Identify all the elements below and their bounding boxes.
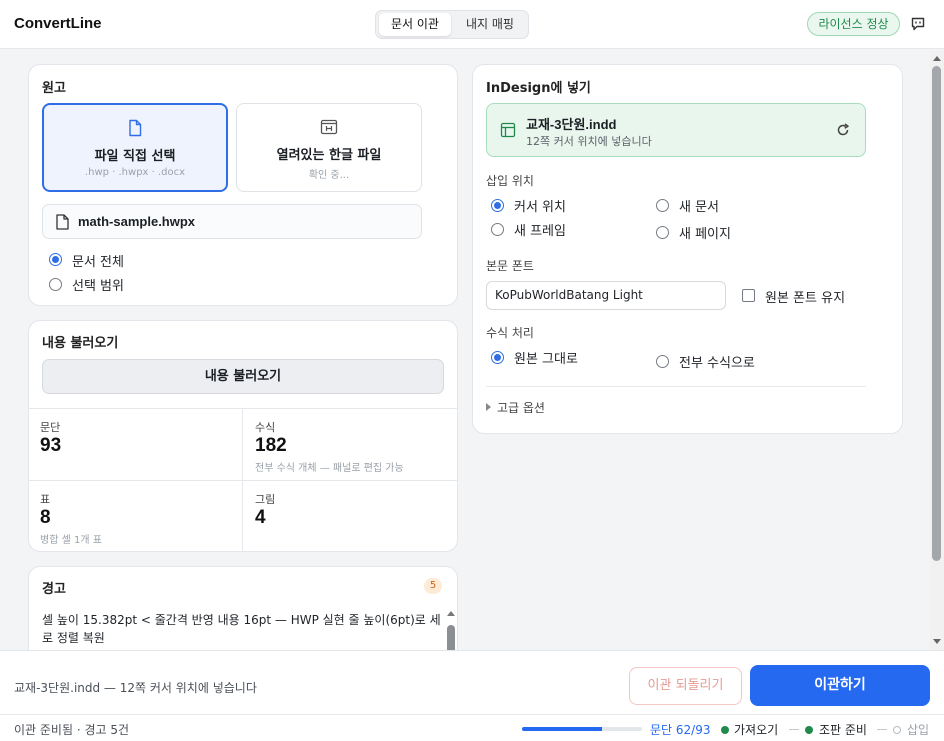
- target-document: 교재-3단원.indd 12쪽 커서 위치에 넣습니다: [486, 103, 866, 157]
- feedback-icon[interactable]: [911, 17, 925, 31]
- file-icon: [129, 119, 142, 137]
- progress-fill: [522, 727, 603, 731]
- insert-cursor-label[interactable]: 커서 위치: [514, 196, 566, 215]
- top-bar: ConvertLine 문서 이관 내지 매핑 라이선스 정상: [0, 0, 944, 49]
- warnings-scrollbar[interactable]: [446, 611, 456, 655]
- insert-cursor-radio[interactable]: [491, 199, 504, 212]
- math-original-label[interactable]: 원본 그대로: [514, 348, 578, 367]
- step-import: 가져오기: [734, 723, 779, 737]
- divider: [486, 386, 866, 387]
- stat-label: 문단: [40, 421, 61, 434]
- scroll-thumb[interactable]: [932, 66, 941, 561]
- status-bar: 이관 준비됨 · 경고 5건 문단 62/93 가져오기 조판 준비 삽입: [0, 714, 944, 741]
- app-title: ConvertLine: [14, 15, 102, 32]
- scroll-up-icon[interactable]: [933, 56, 941, 61]
- scroll-up-icon[interactable]: [447, 611, 455, 616]
- stat-equations: 수식 182 전부 수식 개체 — 패널로 편집 가능: [242, 408, 457, 480]
- select-file-option[interactable]: 파일 직접 선택 .hwp · .hwpx · .docx: [42, 103, 228, 192]
- indesign-card-title: InDesign에 넣기: [486, 81, 591, 96]
- step-done-dot: [721, 726, 729, 734]
- load-card-title: 내용 불러오기: [42, 336, 119, 351]
- stat-label: 수식: [255, 421, 276, 434]
- step-pending-dot: [893, 726, 901, 734]
- tab-document-transfer[interactable]: 문서 이관: [379, 13, 451, 36]
- stat-label: 표: [40, 493, 51, 506]
- stats-grid: 문단 93 수식 182 전부 수식 개체 — 패널로 편집 가능 표 8 병합…: [28, 408, 458, 552]
- scope-selection-label[interactable]: 선택 범위: [72, 275, 124, 294]
- stat-label: 그림: [255, 493, 276, 506]
- stat-note: 병합 셀 1개 표: [40, 535, 102, 546]
- mode-tabs: 문서 이관 내지 매핑: [375, 10, 529, 39]
- main-scrollbar[interactable]: [930, 50, 944, 650]
- insert-new-frame-label[interactable]: 새 프레임: [514, 220, 566, 239]
- step-separator: [877, 729, 887, 730]
- body-font-label: 본문 폰트: [486, 259, 534, 273]
- stat-paragraphs: 문단 93: [28, 408, 243, 480]
- status-summary: 이관 준비됨 · 경고 5건: [14, 723, 130, 737]
- step-done-dot: [805, 726, 813, 734]
- stat-note: 전부 수식 개체 — 패널로 편집 가능: [255, 463, 404, 474]
- open-hwp-title: 열려있는 한글 파일: [276, 148, 382, 163]
- warning-item: 셀 높이 15.382pt < 줄간격 반영 내용 16pt — HWP 실현 …: [42, 613, 441, 645]
- selected-file[interactable]: math-sample.hwpx: [42, 204, 422, 239]
- advanced-options-toggle[interactable]: 고급 옵션: [497, 399, 545, 416]
- insert-new-page-radio[interactable]: [656, 226, 669, 239]
- insert-new-document-radio[interactable]: [656, 199, 669, 212]
- expand-triangle-icon[interactable]: [486, 403, 491, 411]
- source-card-title: 원고: [42, 81, 66, 96]
- insert-position-label: 삽입 위치: [486, 174, 534, 188]
- stat-value: 4: [255, 507, 266, 528]
- file-icon: [56, 214, 69, 230]
- keep-original-font-label[interactable]: 원본 폰트 유지: [765, 287, 845, 306]
- body-font-input[interactable]: KoPubWorldBatang Light: [486, 281, 726, 310]
- step-insert: 삽입: [907, 723, 930, 737]
- license-status-badge: 라이선스 정상: [807, 12, 900, 36]
- select-file-formats: .hwp · .hwpx · .docx: [84, 167, 186, 178]
- step-separator: [789, 729, 799, 730]
- insert-new-document-label[interactable]: 새 문서: [679, 196, 719, 215]
- transfer-button[interactable]: 이관하기: [750, 665, 930, 706]
- hwp-window-icon: [320, 119, 338, 135]
- action-summary: 교재-3단원.indd — 12쪽 커서 위치에 넣습니다: [14, 681, 257, 695]
- select-file-title: 파일 직접 선택: [94, 149, 176, 164]
- warnings-count-badge: 5: [424, 578, 442, 594]
- warnings-title: 경고: [42, 582, 66, 597]
- keep-original-font-checkbox[interactable]: [742, 289, 755, 302]
- open-hwp-option[interactable]: 열려있는 한글 파일 확인 중...: [236, 103, 422, 192]
- insert-new-page-label[interactable]: 새 페이지: [679, 223, 731, 242]
- scope-whole-radio[interactable]: [49, 253, 62, 266]
- math-all-equations-radio[interactable]: [656, 355, 669, 368]
- math-handling-label: 수식 처리: [486, 326, 534, 340]
- stat-value: 93: [40, 435, 62, 456]
- target-document-position: 12쪽 커서 위치에 넣습니다: [526, 135, 652, 148]
- undo-transfer-button[interactable]: 이관 되돌리기: [629, 667, 742, 705]
- target-document-name: 교재-3단원.indd: [526, 117, 617, 132]
- paragraph-progress: 문단 62/93: [650, 723, 711, 737]
- refresh-icon[interactable]: [836, 123, 850, 137]
- load-content-button[interactable]: 내용 불러오기: [42, 359, 444, 394]
- open-hwp-status: 확인 중...: [308, 170, 350, 181]
- action-bar: 교재-3단원.indd — 12쪽 커서 위치에 넣습니다 이관 되돌리기 이관…: [0, 650, 944, 714]
- stat-images: 그림 4: [242, 480, 457, 552]
- stat-value: 8: [40, 507, 51, 528]
- selected-file-name: math-sample.hwpx: [78, 214, 196, 229]
- math-original-radio[interactable]: [491, 351, 504, 364]
- math-all-equations-label[interactable]: 전부 수식으로: [679, 352, 755, 371]
- tab-page-mapping[interactable]: 내지 매핑: [454, 13, 526, 36]
- layout-icon: [500, 122, 516, 138]
- progress-bar: [522, 727, 642, 731]
- step-layout-prep: 조판 준비: [819, 723, 867, 737]
- scope-selection-radio[interactable]: [49, 278, 62, 291]
- stat-tables: 표 8 병합 셀 1개 표: [28, 480, 243, 552]
- insert-new-frame-radio[interactable]: [491, 223, 504, 236]
- stat-value: 182: [255, 435, 287, 456]
- scroll-down-icon[interactable]: [933, 639, 941, 644]
- scope-whole-label[interactable]: 문서 전체: [72, 251, 124, 270]
